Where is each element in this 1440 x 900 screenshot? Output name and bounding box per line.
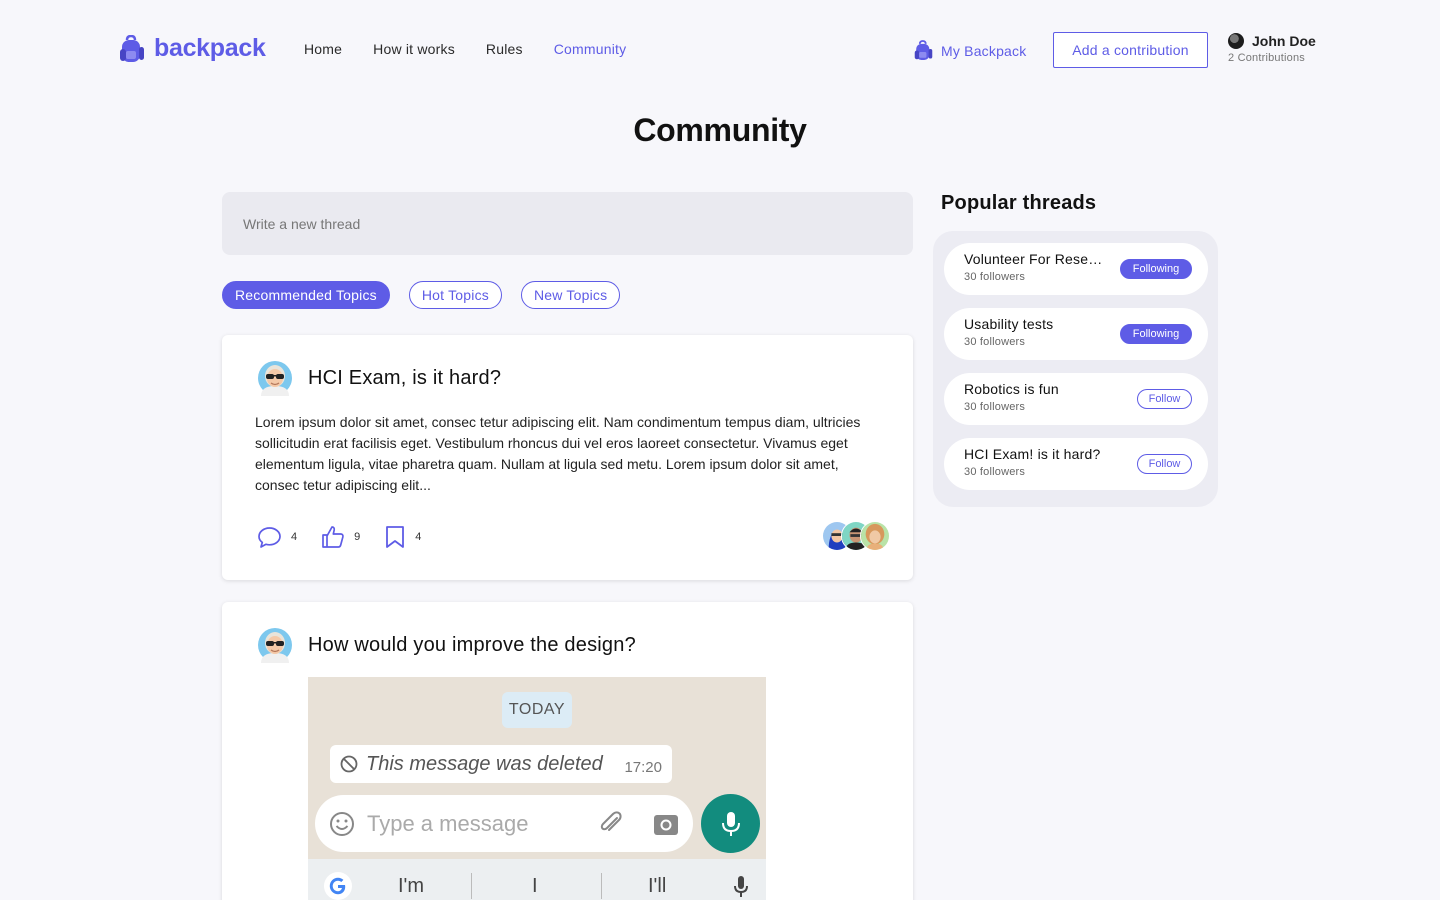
chat-input-placeholder: Type a message <box>367 810 529 836</box>
topic-filters: Recommended Topics Hot Topics New Topics <box>222 281 621 309</box>
main-nav: Home How it works Rules Community <box>304 41 657 57</box>
new-thread-input[interactable] <box>222 192 913 255</box>
nav-how-it-works[interactable]: How it works <box>373 41 455 57</box>
deleted-message-text: This message was deleted <box>366 752 603 775</box>
post-body: Lorem ipsum dolor sit amet, consec tetur… <box>255 414 861 493</box>
chat-composer: Type a message <box>315 795 693 852</box>
nav-rules[interactable]: Rules <box>486 41 523 57</box>
nav-home[interactable]: Home <box>304 41 342 57</box>
user-contributions: 2 Contributions <box>1228 52 1305 64</box>
filter-new-topics[interactable]: New Topics <box>520 281 621 309</box>
popular-threads-title: Popular threads <box>941 192 1097 214</box>
suggestion-word: I'm <box>398 875 425 897</box>
suggestion-word: I'll <box>648 875 667 897</box>
popular-thread-item[interactable]: HCI Exam! is it hard? 30 followers Follo… <box>944 438 1208 490</box>
backpack-icon <box>120 34 144 62</box>
filter-hot-topics[interactable]: Hot Topics <box>408 281 502 309</box>
camera-icon <box>654 814 678 835</box>
emoji-icon <box>330 811 354 836</box>
backpack-icon <box>914 40 933 60</box>
message-time: 17:20 <box>624 759 662 776</box>
popular-thread-item[interactable]: Usability tests 30 followers Following <box>944 308 1208 360</box>
my-backpack-link[interactable]: My Backpack <box>914 40 1026 61</box>
thread-followers: 30 followers <box>964 271 1026 283</box>
user-menu[interactable]: John Doe 2 Contributions <box>1228 33 1316 64</box>
page-title: Community <box>633 112 807 148</box>
post-stats: 4 9 4 <box>257 525 445 549</box>
keyboard-suggestion-bar: I'm I I'll <box>308 859 766 900</box>
google-icon <box>324 872 352 900</box>
block-icon <box>340 755 358 773</box>
thread-followers: 30 followers <box>964 336 1026 348</box>
brand-logo[interactable]: backpack <box>119 34 266 63</box>
like-button[interactable]: 9 <box>321 525 360 549</box>
participant-avatar <box>860 521 890 551</box>
mic-button <box>701 794 760 853</box>
paperclip-icon <box>600 810 622 831</box>
deleted-message-bubble: This message was deleted 17:20 <box>330 745 672 783</box>
post-title[interactable]: HCI Exam, is it hard? <box>308 367 501 390</box>
mic-icon <box>734 876 748 897</box>
nav-community[interactable]: Community <box>554 41 627 57</box>
mic-icon <box>721 811 740 836</box>
comments-count: 4 <box>291 531 298 543</box>
thread-name: Usability tests <box>964 316 1054 332</box>
comments-button[interactable]: 4 <box>257 526 297 549</box>
post-title[interactable]: How would you improve the design? <box>308 634 636 657</box>
popular-threads-panel: Volunteer For Research 30 followers Foll… <box>933 231 1218 507</box>
my-backpack-label: My Backpack <box>941 42 1027 59</box>
thread-name: HCI Exam! is it hard? <box>964 446 1101 462</box>
comment-icon <box>258 526 281 548</box>
follow-button[interactable]: Follow <box>1137 454 1192 474</box>
thread-followers: 30 followers <box>964 466 1026 478</box>
thumbs-up-icon <box>322 526 344 548</box>
following-button[interactable]: Following <box>1120 324 1192 344</box>
post-screenshot: TODAY This message was deleted 17:20 Typ… <box>308 677 766 900</box>
post-card[interactable]: How would you improve the design? TODAY … <box>222 602 913 900</box>
thread-name: Volunteer For Research <box>964 251 1109 267</box>
suggestion-word: I <box>532 875 538 897</box>
popular-thread-item[interactable]: Volunteer For Research 30 followers Foll… <box>944 243 1208 295</box>
add-contribution-button[interactable]: Add a contribution <box>1053 32 1208 68</box>
bookmark-icon <box>386 526 405 548</box>
author-avatar <box>258 361 292 396</box>
date-chip: TODAY <box>502 692 572 728</box>
filter-recommended-topics[interactable]: Recommended Topics <box>222 281 390 309</box>
following-button[interactable]: Following <box>1120 259 1192 279</box>
likes-count: 9 <box>354 531 361 543</box>
author-avatar <box>258 628 292 663</box>
participant-avatars[interactable] <box>822 521 890 551</box>
brand-name: backpack <box>154 34 266 62</box>
bookmarks-count: 4 <box>415 531 422 543</box>
thread-name: Robotics is fun <box>964 381 1059 397</box>
post-card[interactable]: HCI Exam, is it hard? Lorem ipsum dolor … <box>222 335 913 580</box>
avatar <box>1228 33 1244 49</box>
thread-followers: 30 followers <box>964 401 1026 413</box>
follow-button[interactable]: Follow <box>1137 389 1192 409</box>
popular-thread-item[interactable]: Robotics is fun 30 followers Follow <box>944 373 1208 425</box>
bookmark-button[interactable]: 4 <box>384 525 421 549</box>
user-name: John Doe <box>1252 33 1316 49</box>
